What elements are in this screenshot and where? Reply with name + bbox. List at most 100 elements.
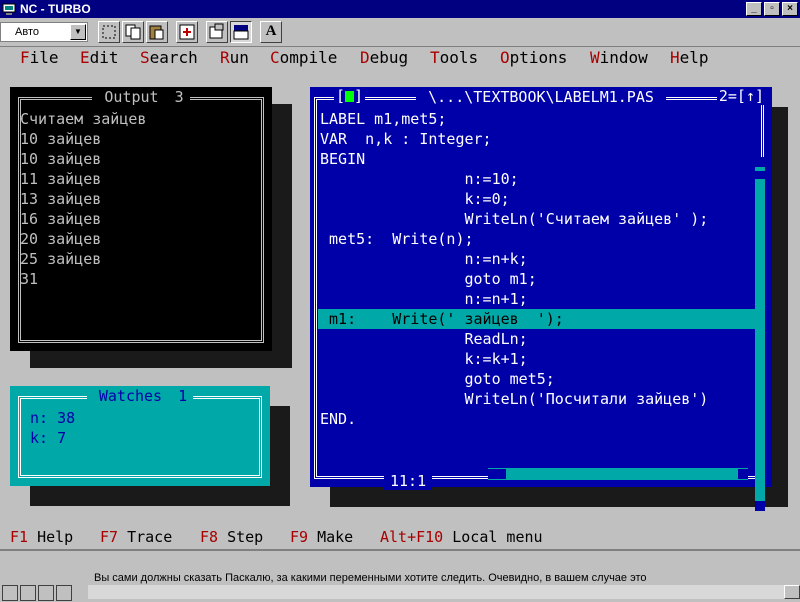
code-line[interactable]: WriteLn('Считаем зайцев' ); <box>320 209 760 229</box>
status-shortcut[interactable]: F7 Trace <box>100 528 172 546</box>
turbo-desktop: File Edit Search Run Compile Debug Tools Option… <box>0 47 800 525</box>
editor-window-title: \...\TEXTBOOK\LABELM1.PAS <box>310 88 772 106</box>
copy-button[interactable] <box>122 21 144 43</box>
chevron-down-icon[interactable]: ▼ <box>70 24 86 40</box>
view-buttons <box>0 585 86 601</box>
menu-item[interactable]: Window <box>590 48 648 67</box>
output-window-title: Output 3 <box>10 88 272 106</box>
output-line: 13 зайцев <box>20 190 102 208</box>
select-icon <box>102 25 116 39</box>
fullscreen-button[interactable] <box>176 21 198 43</box>
page-view-button[interactable] <box>38 585 54 601</box>
scroll-up-icon[interactable] <box>755 157 765 167</box>
scroll-thumb[interactable] <box>755 171 765 179</box>
zoom-window-button[interactable]: 2=[↑] <box>716 87 766 105</box>
code-line[interactable]: VAR n,k : Integer; <box>320 129 760 149</box>
shortcut-label: Make <box>317 528 354 546</box>
code-line[interactable]: n:=10; <box>320 169 760 189</box>
cursor-position: 11:1 <box>384 472 433 490</box>
code-line[interactable]: WriteLn('Посчитали зайцев') <box>320 389 760 409</box>
background-icon <box>233 25 249 40</box>
menu-hotkey: O <box>500 48 510 67</box>
code-editor[interactable]: LABEL m1,met5; VAR n,k : Integer; BEGIN n:… <box>318 109 762 429</box>
menu-hotkey: H <box>670 48 680 67</box>
watch-expression[interactable]: n: 38 <box>30 408 75 428</box>
editor-window[interactable]: [] \...\TEXTBOOK\LABELM1.PAS 2=[↑] LABEL… <box>310 87 772 511</box>
menu-item[interactable]: Edit <box>80 48 119 67</box>
outline-view-button[interactable] <box>56 585 72 601</box>
output-line: 20 зайцев <box>20 230 102 248</box>
layout-view-button[interactable] <box>20 585 36 601</box>
fullscreen-icon <box>179 24 195 40</box>
watches-content: n: 38 k: 7 <box>30 408 75 448</box>
code-line[interactable]: END. <box>320 409 760 429</box>
status-shortcut[interactable]: F8 Step <box>200 528 263 546</box>
scroll-down-icon[interactable] <box>755 501 765 511</box>
watches-title-text: Watches <box>92 387 169 405</box>
code-line[interactable]: n:=n+k; <box>320 249 760 269</box>
maximize-button[interactable]: ▫ <box>764 2 780 16</box>
normal-view-button[interactable] <box>2 585 18 601</box>
horizontal-scrollbar[interactable] <box>488 468 748 480</box>
close-button[interactable]: × <box>782 2 798 16</box>
scroll-left-icon[interactable] <box>488 469 506 479</box>
menu-item[interactable]: Debug <box>360 48 408 67</box>
menu-item[interactable]: Run <box>220 48 249 67</box>
code-line[interactable]: goto met5; <box>320 369 760 389</box>
minimize-button[interactable]: _ <box>746 2 762 16</box>
paste-button[interactable] <box>146 21 168 43</box>
background-button[interactable] <box>230 21 252 43</box>
shortcut-label: Trace <box>127 528 173 546</box>
watches-window-number: 1 <box>178 387 188 405</box>
vertical-scrollbar[interactable] <box>755 157 765 511</box>
status-shortcut[interactable]: Alt+F10 Local menu <box>380 528 543 546</box>
help-bar: Вы сами должны сказать Паскалю, за каким… <box>0 549 800 602</box>
output-title-text: Output <box>98 88 165 106</box>
zoom-icon: ↑ <box>745 87 755 105</box>
output-line: 25 зайцев <box>20 250 102 268</box>
app-icon <box>2 3 16 15</box>
menu-hotkey: C <box>270 48 280 67</box>
shortcut-key: F1 <box>10 528 29 546</box>
code-line[interactable]: k:=0; <box>320 189 760 209</box>
help-text: Вы сами должны сказать Паскалю, за каким… <box>94 572 647 584</box>
watches-window[interactable]: Watches 1 n: 38 k: 7 <box>10 386 270 486</box>
watch-expression[interactable]: k: 7 <box>30 428 75 448</box>
code-line[interactable]: k:=k+1; <box>320 349 760 369</box>
copy-icon <box>125 24 141 40</box>
shortcut-key: F7 <box>100 528 119 546</box>
font-size-select[interactable]: Авто ▼ <box>0 22 88 42</box>
code-line[interactable]: LABEL m1,met5; <box>320 109 760 129</box>
menu-item[interactable]: Search <box>140 48 198 67</box>
code-line[interactable]: ReadLn; <box>320 329 760 349</box>
menu-item[interactable]: Options <box>500 48 567 67</box>
font-button[interactable]: A <box>260 21 282 43</box>
properties-button[interactable] <box>206 21 228 43</box>
code-line[interactable]: n:=n+1; <box>320 289 760 309</box>
editor-window-number: 2 <box>718 87 728 105</box>
menu-label: indow <box>599 48 648 67</box>
output-window[interactable]: Output 3 Считаем зайцев 10 зайцев 10 зайцев… <box>10 87 272 351</box>
scroll-right-icon[interactable] <box>784 585 800 599</box>
status-shortcut[interactable]: F9 Make <box>290 528 353 546</box>
menu-item[interactable]: Tools <box>430 48 478 67</box>
shortcut-label: Local menu <box>452 528 543 546</box>
horizontal-scrollbar[interactable] <box>88 585 784 599</box>
paste-icon <box>149 25 164 40</box>
menu-hotkey: R <box>220 48 230 67</box>
select-button[interactable] <box>98 21 120 43</box>
shortcut-key: Alt+F10 <box>380 528 444 546</box>
menu-item[interactable]: Compile <box>270 48 337 67</box>
menu-bar: File Edit Search Run Compile Debug Tools Option… <box>0 47 800 67</box>
output-line: 10 зайцев <box>20 150 102 168</box>
execution-line[interactable]: m1: Write(' зайцев '); <box>318 309 762 329</box>
editor-file-path: \...\TEXTBOOK\LABELM1.PAS <box>422 88 660 106</box>
status-line: F1 Help F7 Trace F8 Step F9 Make Alt+F10 Loc… <box>0 525 800 549</box>
status-shortcut[interactable]: F1 Help <box>10 528 73 546</box>
code-line[interactable]: BEGIN <box>320 149 760 169</box>
scroll-right-icon[interactable] <box>738 469 748 479</box>
code-line[interactable]: goto m1; <box>320 269 760 289</box>
code-line[interactable]: met5: Write(n); <box>320 229 760 249</box>
menu-item[interactable]: File <box>20 48 59 67</box>
menu-item[interactable]: Help <box>670 48 709 67</box>
